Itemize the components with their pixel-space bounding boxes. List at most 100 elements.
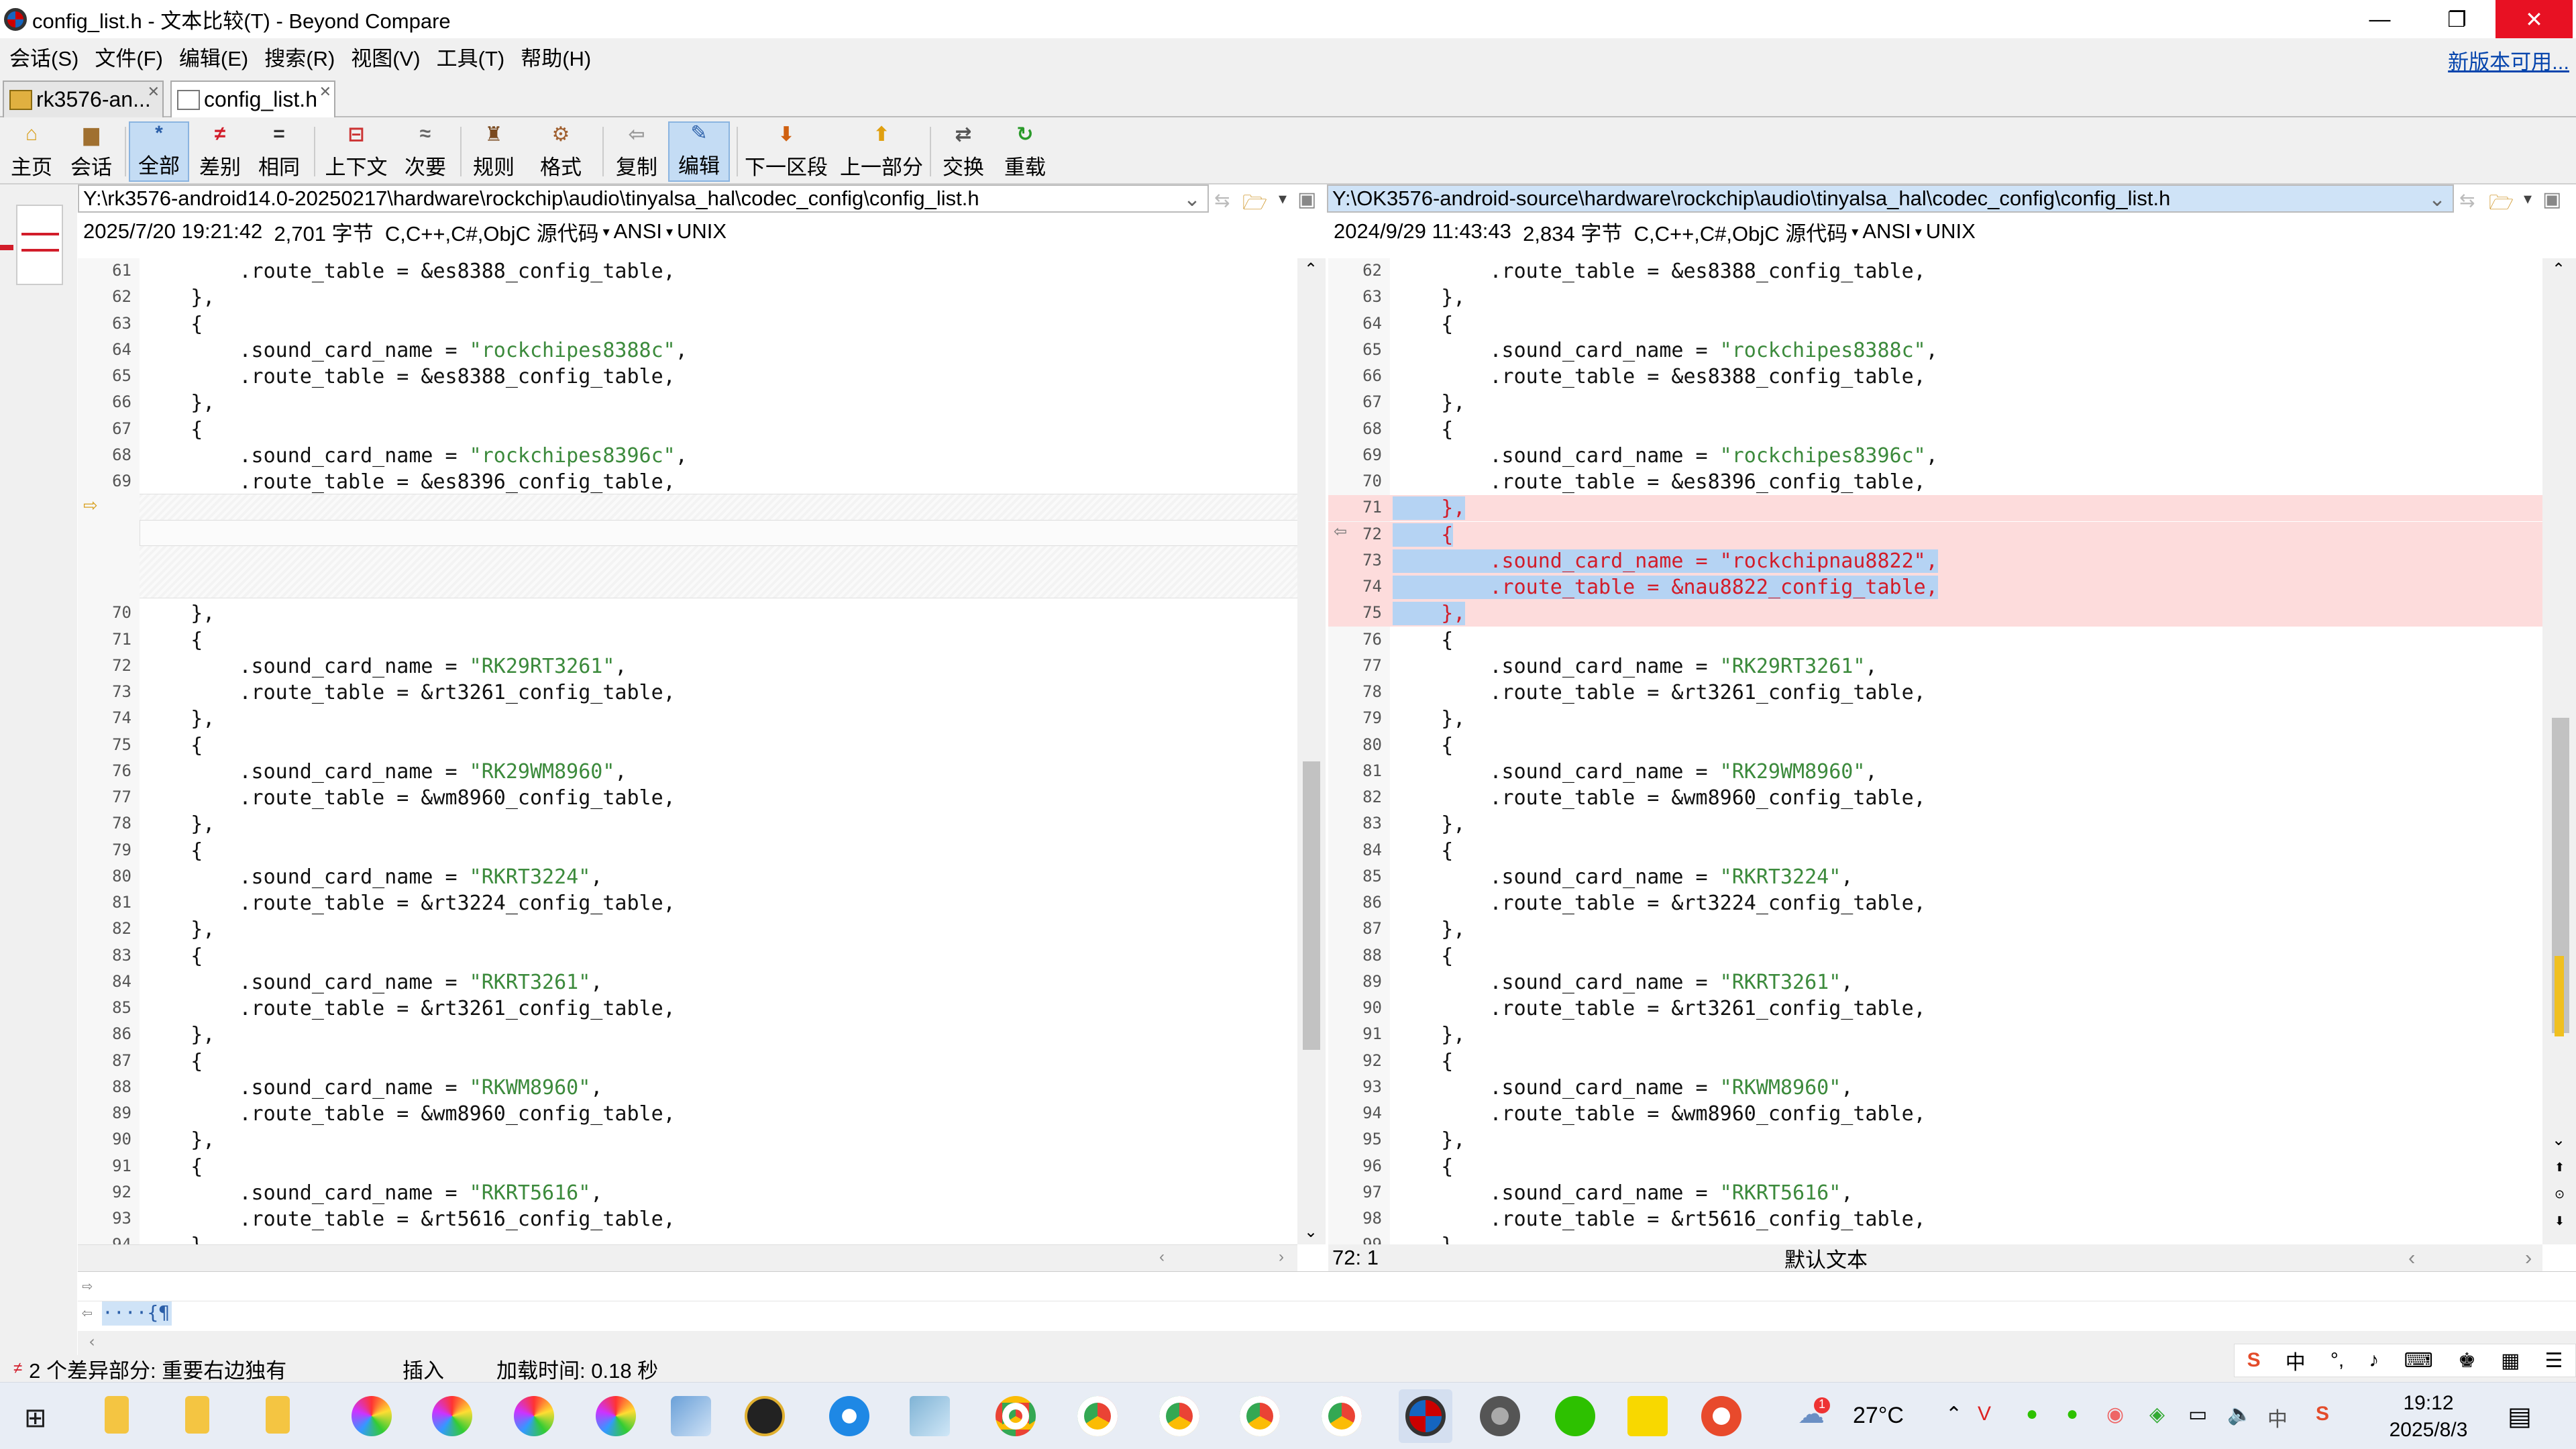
code-line[interactable]: 79 }, [1328,706,2542,732]
app-icon[interactable] [1701,1396,1741,1436]
chevron-down-icon[interactable]: ▾ [1915,223,1922,240]
settings-icon[interactable]: ☰ [2544,1349,2563,1373]
code-line[interactable]: 62 }, [78,284,1297,311]
code-line[interactable]: 78 .route_table = &rt3261_config_table, [1328,680,2542,706]
code-line[interactable]: 79 { [78,838,1297,864]
code-line[interactable]: 98 .route_table = &rt5616_config_table, [1328,1206,2542,1232]
file-explorer-icon[interactable] [105,1396,129,1434]
skin-icon[interactable]: ♚ [2458,1349,2476,1373]
swap-path-icon[interactable]: ⇆ [2459,189,2475,211]
next-diff-small-icon[interactable]: ⬇ [2555,1214,2565,1228]
code-line[interactable]: 68 { [1328,417,2542,443]
code-line[interactable]: 89 .sound_card_name = "RKRT3261", [1328,969,2542,996]
menu-edit[interactable]: 编辑(E) [179,42,248,72]
home-button[interactable]: ⌂ 主页 [5,121,58,182]
show-same-button[interactable]: = 相同 [252,121,306,182]
scroll-up-icon[interactable]: ⌃ [1304,260,1318,279]
code-line[interactable]: 80 { [1328,733,2542,759]
360-browser-icon[interactable] [352,1396,392,1436]
overview-map[interactable] [16,205,63,285]
tray-wechat-icon[interactable]: ● [2026,1403,2038,1426]
ime-language-toggle[interactable]: 中 [2286,1346,2306,1375]
line-detail-pane[interactable]: ⇨ ⇦ ····{¶ ‹ [78,1271,2576,1355]
app-icon[interactable] [1480,1396,1520,1436]
code-line[interactable]: 91 { [78,1154,1297,1180]
tab-close-icon[interactable]: ✕ [319,83,331,101]
restore-button[interactable]: ❐ [2418,0,2496,38]
code-line[interactable]: 85 .route_table = &rt3261_config_table, [78,996,1297,1022]
session-button[interactable]: ▆ 会话 [62,121,121,182]
code-line[interactable]: 70 }, [78,600,1297,627]
swap-button[interactable]: ⇄ 交换 [935,121,991,182]
code-line[interactable]: 63 { [78,311,1297,337]
code-line[interactable]: 94 .route_table = &wm8960_config_table, [1328,1101,2542,1127]
chevron-down-icon[interactable]: ▾ [1851,223,1858,240]
360-browser-icon[interactable] [596,1396,636,1436]
microphone-icon[interactable]: ♪ [2369,1349,2379,1372]
copy-button[interactable]: ⇦ 复制 [608,121,665,182]
detail-scrollbar[interactable]: ‹ [78,1331,2576,1355]
ultraedit-icon[interactable] [745,1396,785,1436]
code-line[interactable]: 75 }, [1328,600,2542,627]
menu-search[interactable]: 搜索(R) [264,42,335,72]
code-line[interactable]: 86 }, [78,1022,1297,1048]
code-line[interactable]: 73 .route_table = &rt3261_config_table, [78,680,1297,706]
code-line[interactable]: 97 .sound_card_name = "RKRT5616", [1328,1180,2542,1206]
left-path-field[interactable]: Y:\rk3576-android14.0-20250217\hardware\… [78,184,1209,213]
sogou-tray-icon[interactable]: S [2316,1403,2329,1426]
code-line[interactable]: 71 { [78,627,1297,653]
tray-app-icon[interactable]: ◉ [2106,1403,2124,1426]
toolbox-icon[interactable]: ▦ [2501,1349,2520,1373]
code-line[interactable]: 62 .route_table = &es8388_config_table, [1328,258,2542,284]
code-line[interactable]: 90 .route_table = &rt3261_config_table, [1328,996,2542,1022]
code-line[interactable]: 63 }, [1328,284,2542,311]
volume-icon[interactable]: 🔈 [2227,1403,2252,1426]
code-line[interactable]: 66 .route_table = &es8388_config_table, [1328,364,2542,390]
code-line[interactable]: 66 }, [78,390,1297,416]
text-mode[interactable]: 默认文本 [1784,1243,1868,1273]
360-browser-icon[interactable] [432,1396,472,1436]
code-line[interactable]: 72 .sound_card_name = "RK29RT3261", [78,653,1297,680]
windows-start-icon[interactable]: ⊞ [24,1403,47,1434]
code-line[interactable]: 91 }, [1328,1022,2542,1048]
clock-time[interactable]: 19:12 [2375,1392,2482,1415]
scroll-left-icon[interactable]: ‹ [1159,1248,1165,1267]
file-explorer-icon[interactable] [266,1396,290,1434]
chevron-down-icon[interactable]: ⌄ [2428,187,2446,211]
scroll-thumb[interactable] [1303,761,1320,1050]
next-section-button[interactable]: ⬇ 下一区段 [742,121,830,182]
scroll-down-icon[interactable]: ⌄ [1304,1222,1318,1242]
code-line[interactable]: 86 .route_table = &rt3224_config_table, [1328,890,2542,916]
chevron-down-icon[interactable]: ▾ [603,223,610,240]
code-line[interactable]: 69 .route_table = &es8396_config_table, [78,469,1297,495]
code-line[interactable]: 88 { [1328,943,2542,969]
chevron-down-icon[interactable]: ▾ [2524,189,2532,209]
scroll-left-icon[interactable]: ‹ [2408,1246,2415,1270]
tray-app-icon[interactable]: ◈ [2149,1403,2165,1426]
scroll-down-icon[interactable]: ⌄ [2552,1130,2565,1150]
code-line[interactable]: 83 { [78,943,1297,969]
scroll-up-icon[interactable]: ⌃ [2552,260,2565,279]
code-line[interactable]: 64 { [1328,311,2542,337]
save-icon[interactable]: ▣ [1297,188,1316,211]
chrome-icon[interactable] [996,1396,1036,1436]
code-line[interactable]: 65 .sound_card_name = "rockchipes8388c", [1328,337,2542,364]
code-line[interactable]: 87 }, [1328,916,2542,943]
left-vertical-scrollbar[interactable]: ⌃ ⌄ [1297,258,1326,1244]
tab-folder-session[interactable]: rk3576-an... ✕ [3,80,164,117]
code-line[interactable]: 93 .route_table = &rt5616_config_table, [78,1206,1297,1232]
code-line[interactable]: 92 .sound_card_name = "RKRT5616", [78,1180,1297,1206]
format-button[interactable]: ⚙ 格式 [527,121,594,182]
menu-view[interactable]: 视图(V) [351,42,420,72]
clock-date[interactable]: 2025/8/3 [2375,1419,2482,1442]
code-line[interactable]: 94 }, [78,1232,1297,1244]
code-line[interactable]: 72 { [1328,522,2542,548]
chrome-icon[interactable] [1077,1396,1118,1436]
code-line[interactable]: 67 { [78,417,1297,443]
player-icon[interactable] [1627,1396,1668,1436]
tab-close-icon[interactable]: ✕ [148,83,160,101]
left-language[interactable]: C,C++,C#,ObjC 源代码 [385,217,599,247]
thumbnail-overview[interactable] [0,184,77,1355]
code-line[interactable]: 78 }, [78,811,1297,837]
code-line[interactable]: 81 .sound_card_name = "RK29WM8960", [1328,759,2542,785]
